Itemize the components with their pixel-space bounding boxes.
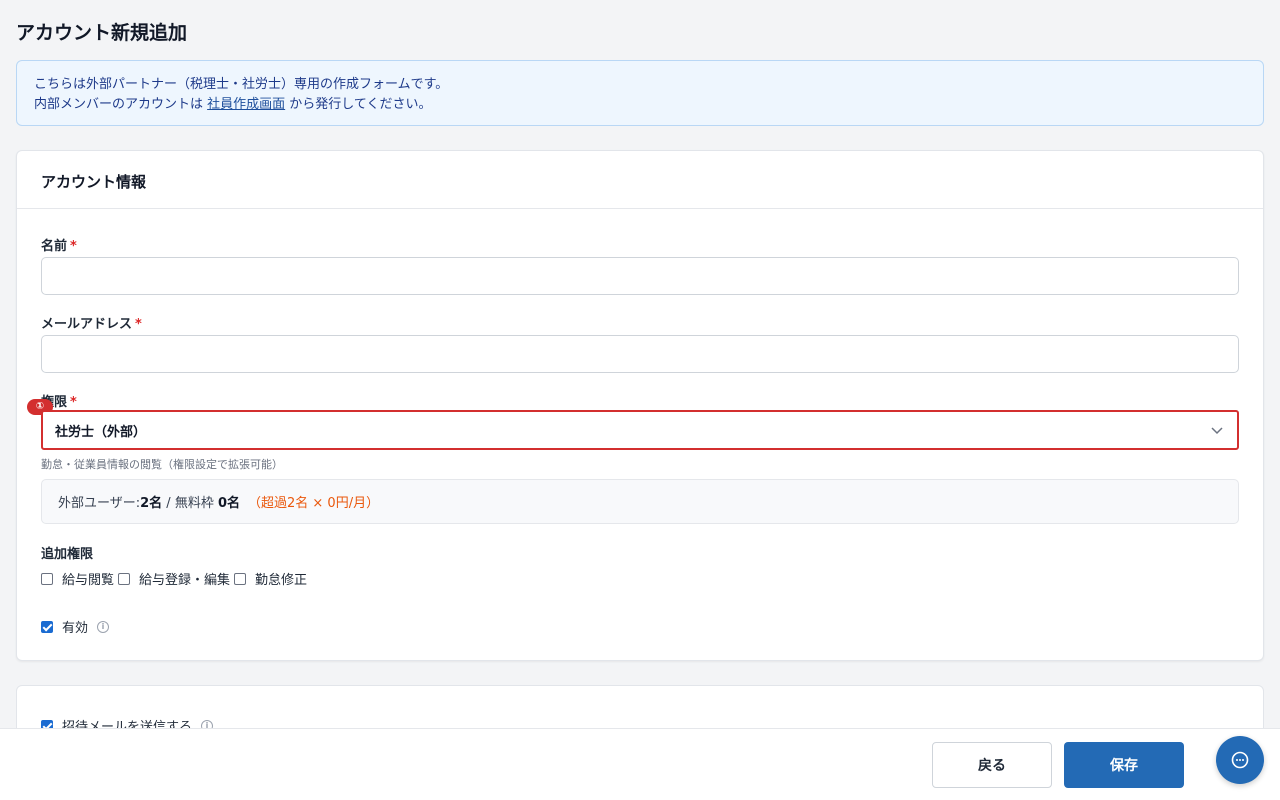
page-title: アカウント新規追加	[16, 22, 188, 44]
chevron-down-icon	[1211, 427, 1223, 435]
card-title: アカウント情報	[17, 151, 1263, 209]
active-toggle[interactable]: 有効 i	[41, 617, 110, 636]
perm-label: 給与閲覧	[62, 573, 115, 588]
back-button[interactable]: 戻る	[932, 742, 1052, 788]
perm-label: 給与登録・編集	[139, 573, 231, 588]
extra-permissions-label: 追加権限	[41, 547, 94, 562]
required-mark: *	[70, 395, 77, 410]
email-input[interactable]	[41, 335, 1239, 373]
active-checkbox[interactable]	[41, 620, 53, 633]
usage-info-box: 外部ユーザー: 2名 / 無料枠 0名 （超過2名 × 0円/月）	[41, 479, 1239, 524]
checkbox[interactable]	[118, 572, 131, 585]
employee-create-link[interactable]: 社員作成画面	[207, 97, 285, 112]
active-label: 有効	[62, 621, 89, 636]
partner-notice: こちらは外部パートナー（税理士・社労士）専用の作成フォームです。 内部メンバーの…	[16, 60, 1264, 126]
required-mark: *	[135, 317, 142, 332]
notice-prefix: 内部メンバーのアカウントは	[34, 97, 208, 112]
email-label: メールアドレス *	[41, 313, 142, 332]
checkbox[interactable]	[234, 572, 247, 585]
checkbox[interactable]	[41, 572, 53, 585]
notice-line-1: こちらは外部パートナー（税理士・社労士）専用の作成フォームです。	[34, 77, 449, 92]
chat-bubble-icon	[1231, 751, 1249, 769]
perm-attendance-fix[interactable]: 勤怠修正	[234, 569, 307, 588]
notice-line-2: 内部メンバーのアカウントは 社員作成画面 から発行してください。	[34, 95, 1246, 115]
perm-label: 勤怠修正	[255, 573, 308, 588]
required-mark: *	[70, 239, 77, 254]
usage-free: 0名	[217, 496, 240, 511]
role-hint: 勤怠・従業員情報の閲覧（権限設定で拡張可能）	[41, 458, 283, 471]
chat-button[interactable]	[1216, 736, 1264, 784]
role-selected-value: 社労士（外部）	[55, 424, 147, 440]
perm-salary-view[interactable]: 給与閲覧	[41, 569, 114, 588]
usage-over: （超過2名 × 0円/月）	[248, 496, 380, 511]
email-label-text: メールアドレス	[41, 317, 133, 332]
footer-bar: 戻る 保存	[0, 728, 1280, 800]
name-label: 名前 *	[41, 235, 77, 254]
name-label-text: 名前	[41, 239, 68, 254]
name-input[interactable]	[41, 257, 1239, 295]
info-icon[interactable]: i	[97, 620, 110, 633]
account-info-card: アカウント情報 名前 * メールアドレス * 権限 * ① 社労士（外部） 勤怠・従業…	[16, 150, 1264, 661]
save-button[interactable]: 保存	[1064, 742, 1184, 788]
usage-sep: / 無料枠	[162, 496, 218, 511]
extra-permissions: 給与閲覧 給与登録・編集 勤怠修正	[41, 569, 311, 588]
notice-suffix: から発行してください。	[285, 97, 432, 112]
perm-salary-edit[interactable]: 給与登録・編集	[118, 569, 230, 588]
role-select[interactable]: 社労士（外部）	[41, 410, 1239, 450]
usage-count: 2名	[140, 496, 163, 511]
usage-prefix: 外部ユーザー:	[58, 496, 141, 511]
